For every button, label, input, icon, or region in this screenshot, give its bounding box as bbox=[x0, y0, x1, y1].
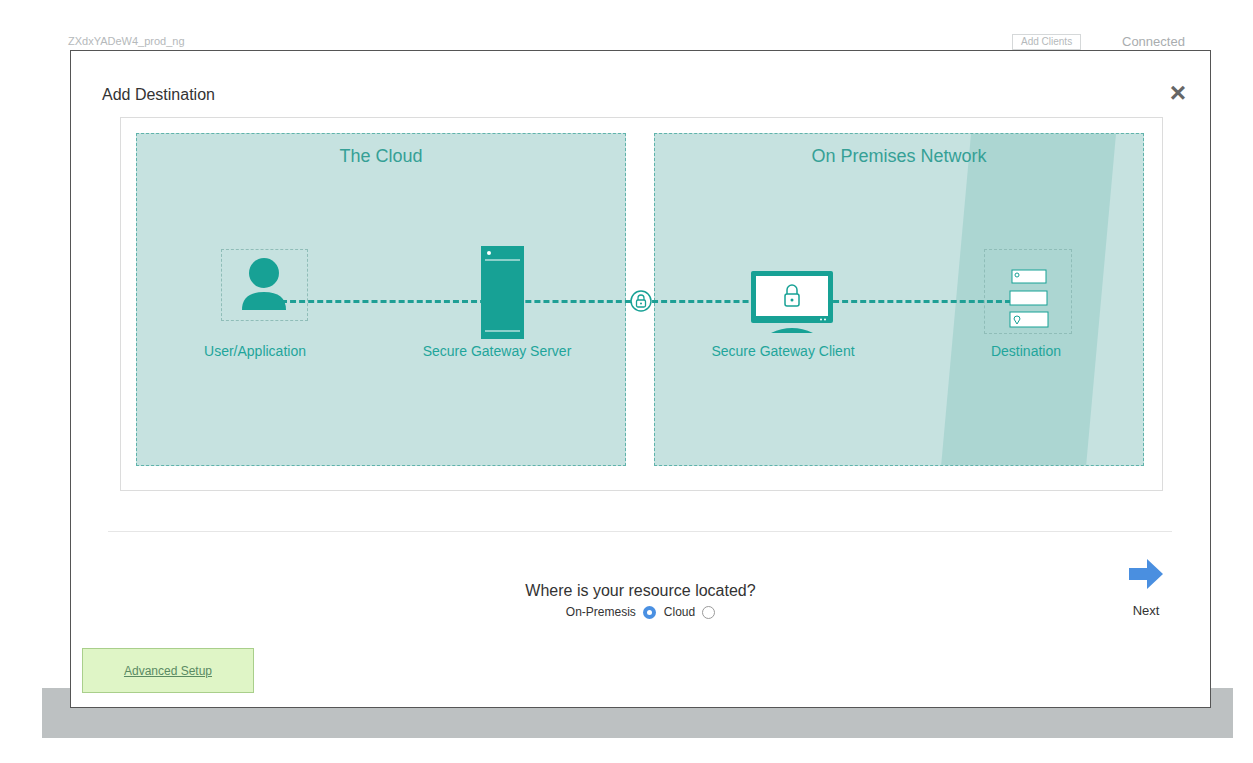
zone-title: The Cloud bbox=[137, 144, 625, 168]
user-icon bbox=[221, 249, 308, 321]
lock-icon bbox=[630, 290, 652, 312]
next-button[interactable]: Next bbox=[1116, 603, 1176, 619]
separator bbox=[108, 531, 1172, 532]
app-title: ZXdxYADeW4_prod_ng bbox=[68, 34, 185, 48]
add-clients-button[interactable]: Add Clients bbox=[1012, 34, 1081, 50]
location-options: On-Premesis Cloud bbox=[71, 604, 1210, 620]
connection-status: Connected bbox=[1122, 34, 1185, 49]
advanced-setup-button[interactable]: Advanced Setup bbox=[82, 648, 254, 693]
radio-button[interactable] bbox=[643, 606, 656, 619]
question-prompt: Where is your resource located? bbox=[71, 581, 1210, 601]
node-label: Destination bbox=[916, 342, 1136, 360]
diagram: The Cloud On Premises Network User/Applica… bbox=[120, 117, 1163, 491]
server-icon bbox=[481, 246, 524, 339]
option-label: On-Premesis bbox=[566, 604, 636, 620]
zone-title: On Premises Network bbox=[655, 144, 1143, 168]
node-label: Secure Gateway Server bbox=[387, 342, 607, 360]
option-label: Cloud bbox=[664, 604, 695, 620]
node-label: Secure Gateway Client bbox=[673, 342, 893, 360]
radio-dot bbox=[647, 610, 652, 615]
client-icon bbox=[751, 271, 833, 333]
next-arrow-icon[interactable] bbox=[1129, 559, 1163, 589]
dialog-title: Add Destination bbox=[102, 85, 215, 105]
radio-button[interactable] bbox=[702, 606, 715, 619]
advanced-setup-label: Advanced Setup bbox=[124, 663, 212, 679]
close-button[interactable]: × bbox=[1170, 79, 1186, 107]
destination-icon bbox=[984, 249, 1072, 334]
node-label: User/Application bbox=[145, 342, 365, 360]
add-destination-dialog: Add Destination × The Cloud On Premises Net… bbox=[70, 50, 1211, 708]
location-option[interactable]: Cloud bbox=[664, 604, 715, 620]
location-option[interactable]: On-Premesis bbox=[566, 604, 656, 620]
